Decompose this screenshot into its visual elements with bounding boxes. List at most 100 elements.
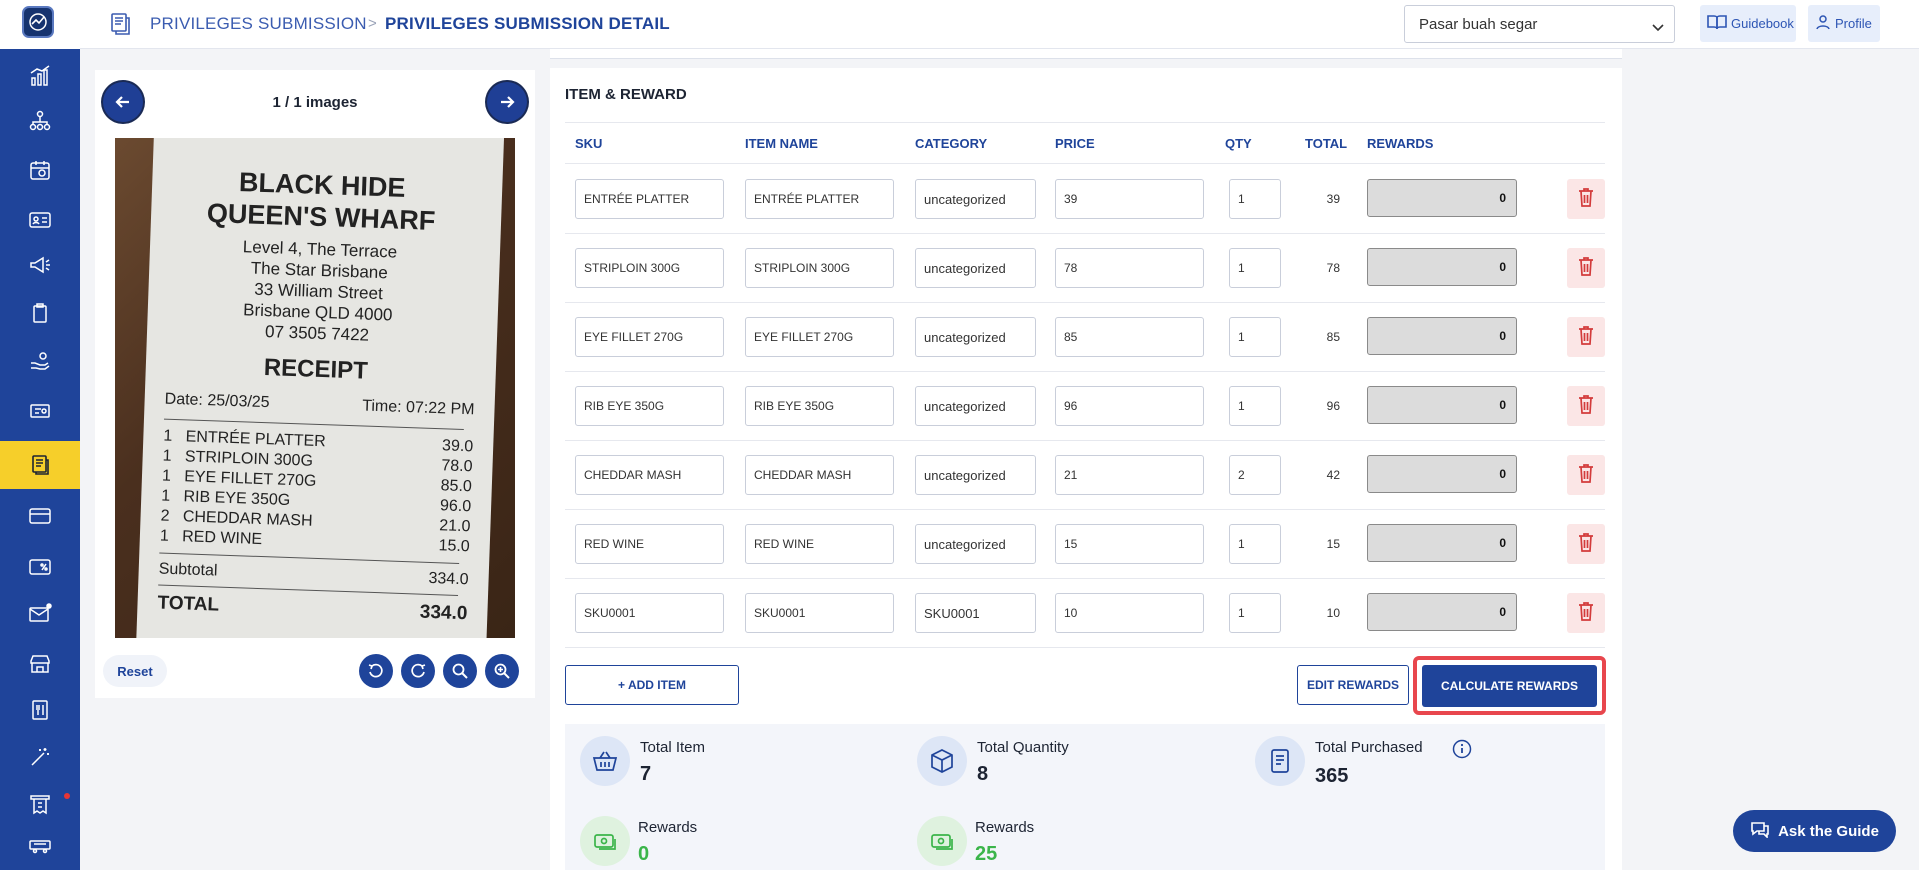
zoom-out-button[interactable] bbox=[443, 654, 477, 688]
delete-row-button[interactable] bbox=[1567, 317, 1605, 357]
reward-input: 0 bbox=[1367, 179, 1517, 217]
sku-input[interactable]: SKU0001 bbox=[575, 593, 724, 633]
qty-input[interactable]: 1 bbox=[1229, 317, 1281, 357]
delete-row-button[interactable] bbox=[1567, 386, 1605, 426]
category-input[interactable]: uncategorized bbox=[915, 455, 1036, 495]
price-input[interactable]: 10 bbox=[1055, 593, 1204, 633]
category-input[interactable]: SKU0001 bbox=[915, 593, 1036, 633]
receipt-icon[interactable] bbox=[0, 780, 80, 828]
info-icon[interactable] bbox=[1452, 739, 1472, 764]
price-input[interactable]: 21 bbox=[1055, 455, 1204, 495]
next-image-button[interactable] bbox=[487, 82, 527, 122]
sku-input[interactable]: STRIPLOIN 300G bbox=[575, 248, 724, 288]
guidebook-button[interactable]: Guidebook bbox=[1700, 5, 1796, 42]
ticket-icon[interactable] bbox=[0, 387, 80, 435]
price-input[interactable]: 78 bbox=[1055, 248, 1204, 288]
category-input[interactable]: uncategorized bbox=[915, 179, 1036, 219]
delete-row-button[interactable] bbox=[1567, 179, 1605, 219]
megaphone-icon[interactable] bbox=[0, 241, 80, 289]
calendar-icon[interactable] bbox=[0, 146, 80, 194]
add-item-button[interactable]: + ADD ITEM bbox=[565, 665, 739, 705]
qty-input[interactable]: 2 bbox=[1229, 455, 1281, 495]
receipt-image[interactable]: BLACK HIDE QUEEN'S WHARF Level 4, The Te… bbox=[115, 138, 515, 638]
org-chart-icon[interactable] bbox=[0, 97, 80, 145]
qty-input[interactable]: 1 bbox=[1229, 524, 1281, 564]
sku-input[interactable]: RED WINE bbox=[575, 524, 724, 564]
chart-icon[interactable] bbox=[0, 52, 80, 100]
calculate-rewards-button[interactable]: CALCULATE REWARDS bbox=[1422, 665, 1597, 707]
zoom-in-button[interactable] bbox=[485, 654, 519, 688]
reset-button[interactable]: Reset bbox=[103, 655, 167, 687]
item-name-input[interactable]: SKU0001 bbox=[745, 593, 894, 633]
truck-icon[interactable] bbox=[0, 822, 80, 870]
item-name-input[interactable]: RED WINE bbox=[745, 524, 894, 564]
rotate-left-icon bbox=[368, 663, 383, 678]
delete-row-button[interactable] bbox=[1567, 593, 1605, 633]
store-select[interactable]: Pasar buah segar bbox=[1404, 5, 1675, 43]
profile-label: Profile bbox=[1835, 16, 1872, 31]
price-input[interactable]: 85 bbox=[1055, 317, 1204, 357]
row-total: 39 bbox=[1326, 192, 1340, 206]
delete-row-button[interactable] bbox=[1567, 524, 1605, 564]
receipt-date: Date: 25/03/25 bbox=[164, 390, 270, 412]
rotate-left-button[interactable] bbox=[359, 654, 393, 688]
reward-input: 0 bbox=[1367, 593, 1517, 631]
profile-button[interactable]: Profile bbox=[1808, 5, 1880, 42]
store-icon[interactable] bbox=[0, 640, 80, 688]
previous-section-edge bbox=[550, 49, 1622, 59]
item-name-input[interactable]: RIB EYE 350G bbox=[745, 386, 894, 426]
chevron-down-icon bbox=[1652, 19, 1664, 36]
column-header-rewards: REWARDS bbox=[1367, 136, 1434, 151]
total-quantity-value: 8 bbox=[977, 763, 989, 785]
notification-dot bbox=[64, 793, 70, 799]
hand-coin-icon[interactable] bbox=[0, 337, 80, 385]
table-row: EYE FILLET 270G EYE FILLET 270G uncategori… bbox=[565, 303, 1605, 372]
ask-the-guide-button[interactable]: Ask the Guide bbox=[1733, 810, 1896, 852]
price-input[interactable]: 15 bbox=[1055, 524, 1204, 564]
item-name-input[interactable]: ENTRÉE PLATTER bbox=[745, 179, 894, 219]
receipt-subtotal-value: 334.0 bbox=[428, 569, 469, 589]
price-input[interactable]: 96 bbox=[1055, 386, 1204, 426]
price-input[interactable]: 39 bbox=[1055, 179, 1204, 219]
receipt-total-value: 334.0 bbox=[419, 601, 468, 625]
sku-input[interactable]: ENTRÉE PLATTER bbox=[575, 179, 724, 219]
qty-input[interactable]: 1 bbox=[1229, 248, 1281, 288]
item-reward-card: ITEM & REWARD SKU ITEM NAME CATEGORY PRI… bbox=[550, 68, 1622, 870]
image-counter: 1 / 1 images bbox=[272, 94, 358, 111]
zoom-out-icon bbox=[452, 663, 468, 679]
category-input[interactable]: uncategorized bbox=[915, 248, 1036, 288]
card-icon[interactable] bbox=[0, 492, 80, 540]
qty-input[interactable]: 1 bbox=[1229, 593, 1281, 633]
edit-rewards-button[interactable]: EDIT REWARDS bbox=[1297, 665, 1409, 705]
item-name-input[interactable]: STRIPLOIN 300G bbox=[745, 248, 894, 288]
box-icon bbox=[917, 736, 967, 786]
qty-input[interactable]: 1 bbox=[1229, 386, 1281, 426]
discount-card-icon[interactable] bbox=[0, 543, 80, 591]
column-header-qty: QTY bbox=[1225, 136, 1252, 151]
basket-icon bbox=[580, 736, 630, 786]
item-name-input[interactable]: CHEDDAR MASH bbox=[745, 455, 894, 495]
document-icon[interactable] bbox=[0, 441, 80, 489]
receipt-total-label: TOTAL bbox=[157, 592, 220, 616]
qty-input[interactable]: 1 bbox=[1229, 179, 1281, 219]
delete-row-button[interactable] bbox=[1567, 248, 1605, 288]
menu-book-icon[interactable] bbox=[0, 686, 80, 734]
category-input[interactable]: uncategorized bbox=[915, 524, 1036, 564]
row-total: 15 bbox=[1326, 537, 1340, 551]
id-card-icon[interactable] bbox=[0, 196, 80, 244]
reward-input: 0 bbox=[1367, 248, 1517, 286]
app-logo[interactable] bbox=[22, 6, 54, 38]
magic-wand-icon[interactable] bbox=[0, 733, 80, 781]
rotate-right-button[interactable] bbox=[401, 654, 435, 688]
sku-input[interactable]: EYE FILLET 270G bbox=[575, 317, 724, 357]
category-input[interactable]: uncategorized bbox=[915, 317, 1036, 357]
sku-input[interactable]: RIB EYE 350G bbox=[575, 386, 724, 426]
category-input[interactable]: uncategorized bbox=[915, 386, 1036, 426]
breadcrumb-parent[interactable]: PRIVILEGES SUBMISSION bbox=[150, 14, 367, 34]
delete-row-button[interactable] bbox=[1567, 455, 1605, 495]
mail-icon[interactable] bbox=[0, 590, 80, 638]
table-row: RIB EYE 350G RIB EYE 350G uncategorized 96 1… bbox=[565, 372, 1605, 441]
clipboard-icon[interactable] bbox=[0, 289, 80, 337]
item-name-input[interactable]: EYE FILLET 270G bbox=[745, 317, 894, 357]
sku-input[interactable]: CHEDDAR MASH bbox=[575, 455, 724, 495]
